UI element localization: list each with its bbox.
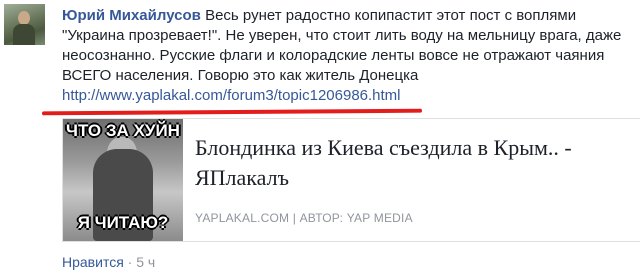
preview-meta: YAPLAKAL.COM | АВТОР: YAP MEDIA	[195, 211, 413, 225]
separator: ·	[127, 254, 133, 270]
comment-body: Юрий Михайлусов Весь рунет радостно копи…	[62, 6, 634, 106]
comment-link[interactable]: http://www.yaplakal.com/forum3/topic1206…	[62, 87, 401, 104]
preview-title[interactable]: Блондинка из Киева съездила в Крым.. - Я…	[195, 133, 635, 193]
timestamp[interactable]: 5 ч	[136, 254, 155, 270]
avatar[interactable]	[4, 4, 45, 45]
avatar-head	[18, 11, 30, 25]
meme-bottom-text: Я ЧИТАЮ?	[77, 213, 169, 232]
avatar-body	[13, 24, 35, 45]
link-preview-card[interactable]: ЧТО ЗА ХУЙН Я ЧИТАЮ? Блондинка из Киева …	[62, 118, 640, 242]
comment-author[interactable]: Юрий Михайлусов	[62, 7, 201, 24]
meme-top-text: ЧТО ЗА ХУЙН	[66, 121, 180, 140]
like-link[interactable]: Нравится	[62, 254, 124, 270]
preview-thumbnail[interactable]: ЧТО ЗА ХУЙН Я ЧИТАЮ?	[63, 119, 183, 241]
comment-actions: Нравится · 5 ч	[62, 254, 155, 270]
red-underline-annotation	[41, 108, 423, 116]
